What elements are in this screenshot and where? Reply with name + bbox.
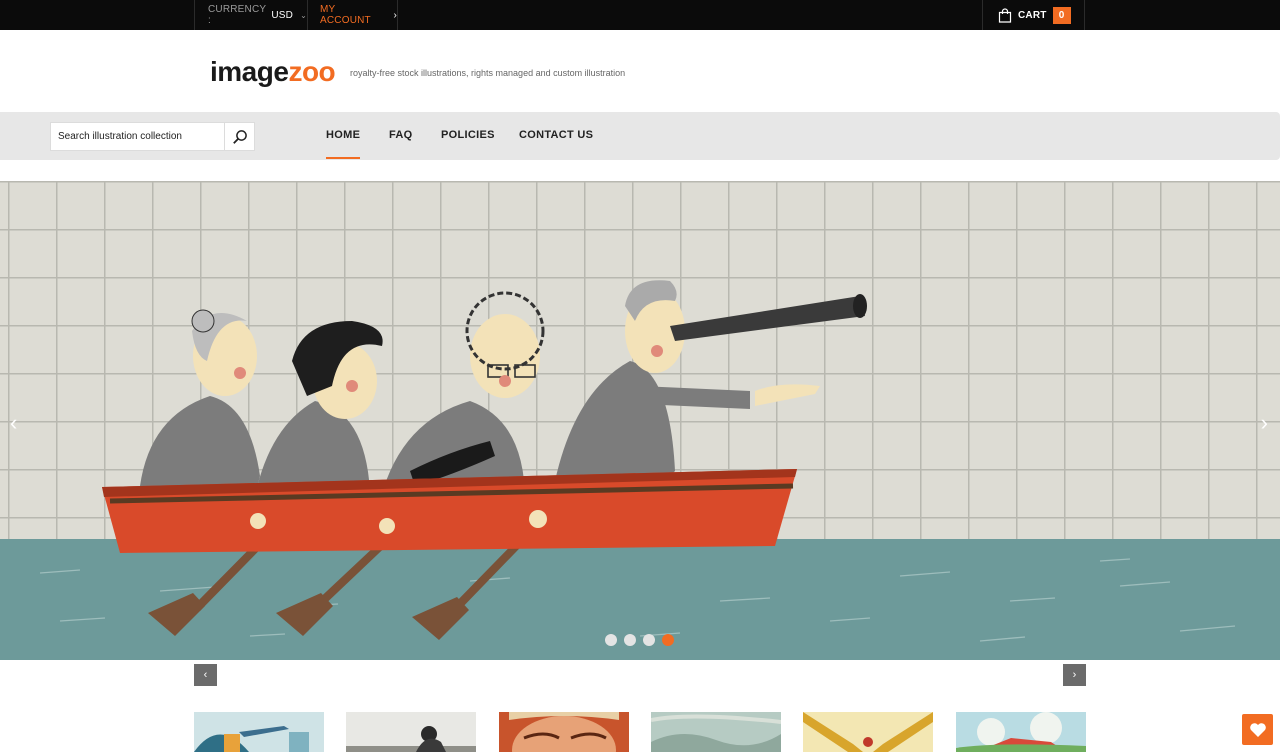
shopping-bag-icon	[998, 7, 1012, 23]
search-box	[50, 122, 255, 151]
carousel-next-button[interactable]: ›	[1063, 664, 1086, 686]
slider-dot-2[interactable]	[624, 634, 636, 646]
cart-button[interactable]: CART 0	[982, 0, 1085, 30]
thumbnail-2[interactable]	[346, 712, 476, 752]
chevron-left-icon: ‹	[203, 669, 208, 681]
my-account-label: MY ACCOUNT	[320, 4, 371, 26]
slider-pagination	[605, 634, 674, 646]
search-button[interactable]	[224, 123, 254, 150]
top-bar: CURRENCY : USD ⌄ MY ACCOUNT › CART 0	[0, 0, 1280, 30]
cart-count-badge: 0	[1052, 6, 1071, 24]
hero-next-arrow[interactable]: ›	[1261, 410, 1268, 436]
nav-policies[interactable]: POLICIES	[441, 112, 495, 160]
chevron-right-icon: ›	[1260, 410, 1268, 435]
nav-home[interactable]: HOME	[326, 112, 361, 159]
chevron-right-icon: ›	[1072, 669, 1077, 681]
thumbnail-4[interactable]	[651, 712, 781, 752]
thumbnail-image	[346, 712, 476, 752]
thumbnail-5[interactable]	[803, 712, 933, 752]
thumbnail-1[interactable]	[194, 712, 324, 752]
thumbnail-6[interactable]	[956, 712, 1086, 752]
slider-dot-1[interactable]	[605, 634, 617, 646]
heart-icon	[1249, 722, 1266, 737]
site-tagline: royalty-free stock illustrations, rights…	[350, 68, 626, 78]
favorites-button[interactable]	[1242, 714, 1273, 745]
thumbnail-image	[803, 712, 933, 752]
thumbnail-image	[651, 712, 781, 752]
search-input[interactable]	[51, 123, 226, 150]
slider-dot-3[interactable]	[643, 634, 655, 646]
imagezoo-logo[interactable]: imagezoo	[210, 56, 336, 88]
my-account-link[interactable]: MY ACCOUNT ›	[307, 0, 398, 30]
currency-selector[interactable]: CURRENCY : USD ⌄	[194, 0, 307, 30]
main-navigation-bar: HOME FAQ POLICIES CONTACT US	[0, 112, 1280, 160]
hero-illustration-rowing-boat	[0, 181, 1280, 660]
currency-value: USD	[271, 9, 294, 21]
logo-text-zoo: zoo	[288, 56, 336, 87]
carousel-prev-button[interactable]: ‹	[194, 664, 217, 686]
hero-slider	[0, 181, 1280, 660]
thumbnail-3[interactable]	[499, 712, 629, 752]
thumbnail-image	[499, 712, 629, 752]
thumbnail-image	[194, 712, 324, 752]
nav-faq[interactable]: FAQ	[389, 112, 413, 160]
chevron-left-icon: ‹	[10, 410, 18, 435]
thumbnail-image	[956, 712, 1086, 752]
nav-contact-us[interactable]: CONTACT US	[519, 112, 593, 160]
cart-label: CART	[1018, 9, 1047, 21]
chevron-right-icon: ›	[393, 9, 397, 21]
hero-prev-arrow[interactable]: ‹	[10, 410, 17, 436]
slider-dot-4[interactable]	[662, 634, 674, 646]
logo-text-image: image	[210, 56, 289, 87]
search-icon	[232, 129, 247, 144]
chevron-down-icon: ⌄	[300, 10, 307, 20]
currency-label: CURRENCY :	[208, 4, 267, 26]
